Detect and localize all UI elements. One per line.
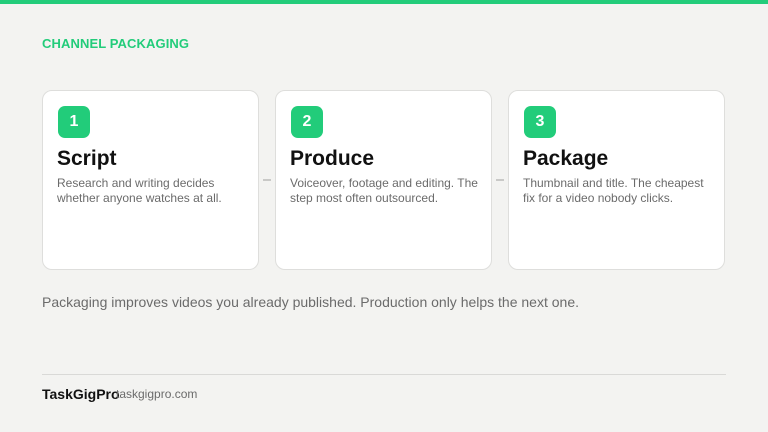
step-title: Script <box>57 147 117 170</box>
site-url: taskgigpro.com <box>116 387 198 401</box>
step-card-script: 1 Script Research and writing decides wh… <box>42 90 259 270</box>
footer-divider <box>42 374 726 375</box>
footnote: Packaging improves videos you already pu… <box>42 294 579 310</box>
step-title: Produce <box>290 147 375 170</box>
step-number-badge: 1 <box>58 106 90 138</box>
steps-row: 1 Script Research and writing decides wh… <box>42 90 726 270</box>
step-connector <box>263 179 271 181</box>
section-label: CHANNEL PACKAGING <box>42 36 190 51</box>
step-title: Package <box>523 147 609 170</box>
step-connector <box>496 179 504 181</box>
step-card-produce: 2 Produce Voiceover, footage and editing… <box>275 90 492 270</box>
step-description: Voiceover, footage and editing. The step… <box>290 176 478 205</box>
brand-name: TaskGigPro <box>42 386 120 402</box>
step-number-badge: 2 <box>291 106 323 138</box>
step-card-package: 3 Package Thumbnail and title. The cheap… <box>508 90 725 270</box>
step-description: Research and writing decides whether any… <box>57 176 222 205</box>
accent-top-bar <box>0 0 768 4</box>
step-description: Thumbnail and title. The cheapest fix fo… <box>523 176 704 205</box>
slide: CHANNEL PACKAGING 1 Script Research and … <box>0 0 768 432</box>
step-number-badge: 3 <box>524 106 556 138</box>
